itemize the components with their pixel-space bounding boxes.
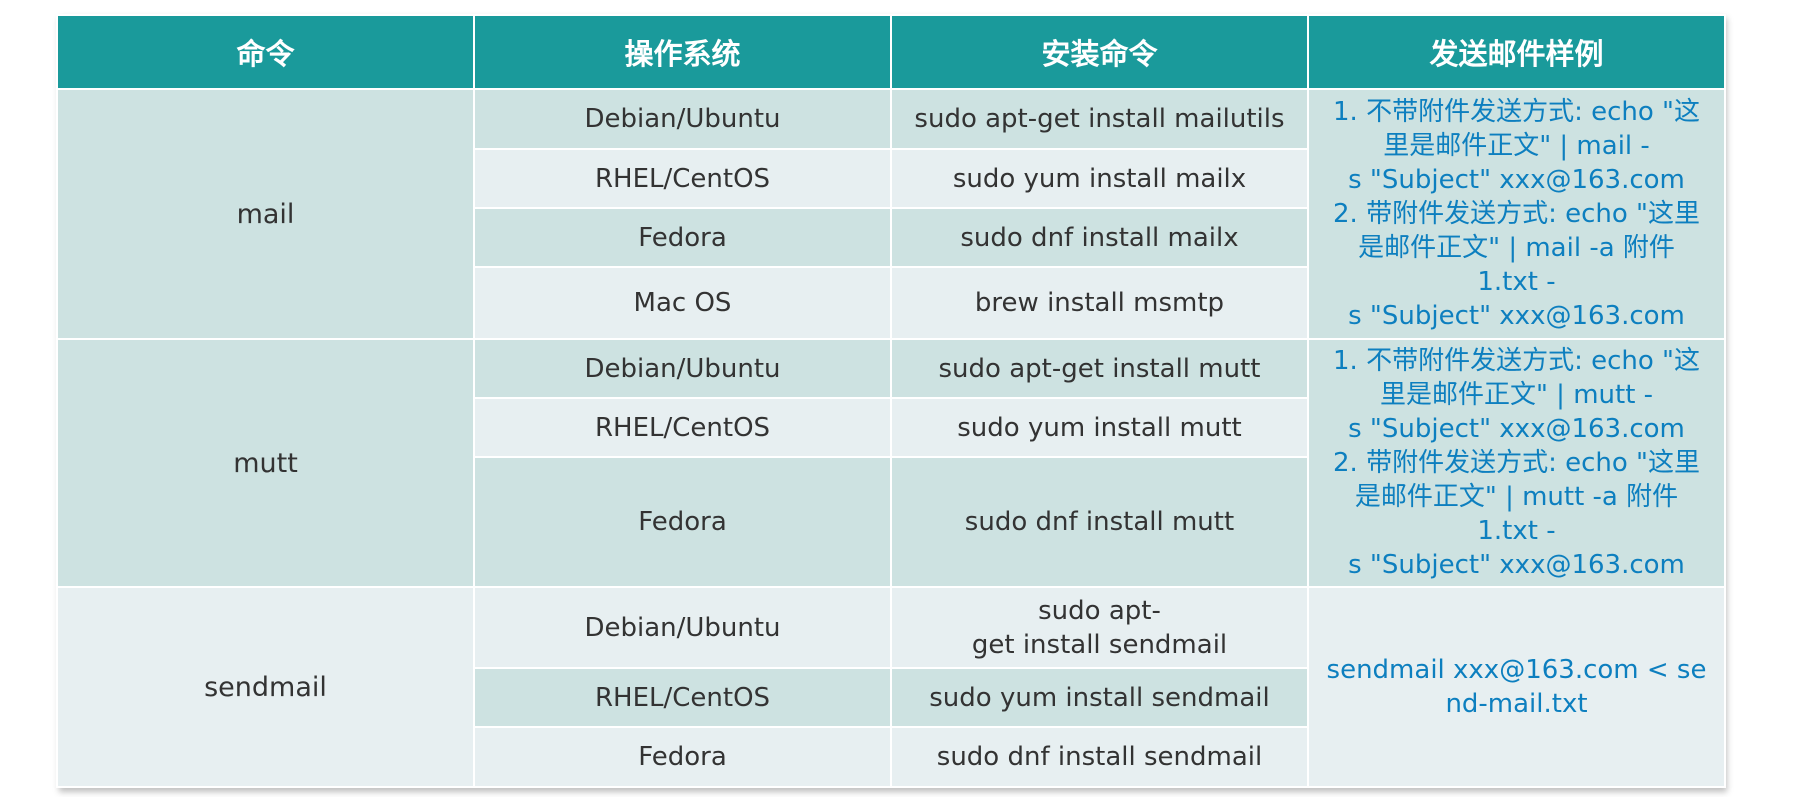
command-cell-mutt: mutt [56,338,475,588]
example-line: 里是邮件正文" | mail - [1383,131,1650,161]
install-cell: sudo dnf install sendmail [890,726,1309,788]
os-cell: Mac OS [473,266,892,340]
example-line: 2. 带附件发送方式: echo "这里 [1333,199,1700,229]
install-cell: sudo yum install mailx [890,148,1309,209]
example-line: nd-mail.txt [1445,689,1588,719]
example-line: s "Subject" xxx@163.com [1348,301,1685,331]
os-cell: Fedora [473,726,892,788]
example-line: s "Subject" xxx@163.com [1348,165,1685,195]
header-install-command: 安装命令 [890,14,1309,90]
example-cell-sendmail: sendmail xxx@163.com < se nd-mail.txt [1307,586,1726,788]
header-command: 命令 [56,14,475,90]
example-line: 1. 不带附件发送方式: echo "这 [1333,97,1700,127]
header-row: 命令 操作系统 安装命令 发送邮件样例 [56,14,1726,90]
example-line: sendmail xxx@163.com < se [1326,655,1707,685]
command-cell-mail: mail [56,88,475,340]
example-line: 2. 带附件发送方式: echo "这里 [1333,448,1700,478]
install-cell: sudo yum install mutt [890,397,1309,458]
install-cell: sudo apt-get install mailutils [890,88,1309,150]
install-cell: sudo apt- get install sendmail [890,586,1309,669]
table-row: sendmail Debian/Ubuntu sudo apt- get ins… [56,586,1726,788]
install-line: get install sendmail [971,629,1228,660]
os-cell: RHEL/CentOS [473,667,892,728]
header-send-example: 发送邮件样例 [1307,14,1726,90]
os-cell: Fedora [473,456,892,588]
command-cell-sendmail: sendmail [56,586,475,788]
mail-commands-table-container: 命令 操作系统 安装命令 发送邮件样例 mail Debian/Ubuntu s… [56,14,1726,788]
os-cell: Debian/Ubuntu [473,586,892,669]
install-cell: sudo apt-get install mutt [890,338,1309,399]
example-cell-mail: 1. 不带附件发送方式: echo "这 里是邮件正文" | mail - s … [1307,88,1726,340]
example-cell-mutt: 1. 不带附件发送方式: echo "这 里是邮件正文" | mutt - s … [1307,338,1726,588]
example-line: s "Subject" xxx@163.com [1348,414,1685,444]
example-line: 里是邮件正文" | mutt - [1379,380,1654,410]
install-line: sudo apt- [1038,595,1161,626]
table-row: mutt Debian/Ubuntu sudo apt-get install … [56,338,1726,588]
install-cell: sudo yum install sendmail [890,667,1309,728]
example-line: 1. 不带附件发送方式: echo "这 [1333,346,1700,376]
mail-commands-table: 命令 操作系统 安装命令 发送邮件样例 mail Debian/Ubuntu s… [56,14,1726,788]
example-line: 是邮件正文" | mutt -a 附件 [1354,482,1679,512]
example-line: s "Subject" xxx@163.com [1348,550,1685,580]
install-cell: sudo dnf install mailx [890,207,1309,268]
table-row: mail Debian/Ubuntu sudo apt-get install … [56,88,1726,340]
header-os: 操作系统 [473,14,892,90]
os-cell: Debian/Ubuntu [473,88,892,150]
example-line: 是邮件正文" | mail -a 附件 [1358,233,1675,263]
install-cell: sudo dnf install mutt [890,456,1309,588]
os-cell: RHEL/CentOS [473,397,892,458]
os-cell: RHEL/CentOS [473,148,892,209]
os-cell: Debian/Ubuntu [473,338,892,399]
example-line: 1.txt - [1477,516,1556,546]
install-cell: brew install msmtp [890,266,1309,340]
example-line: 1.txt - [1477,267,1556,297]
os-cell: Fedora [473,207,892,268]
